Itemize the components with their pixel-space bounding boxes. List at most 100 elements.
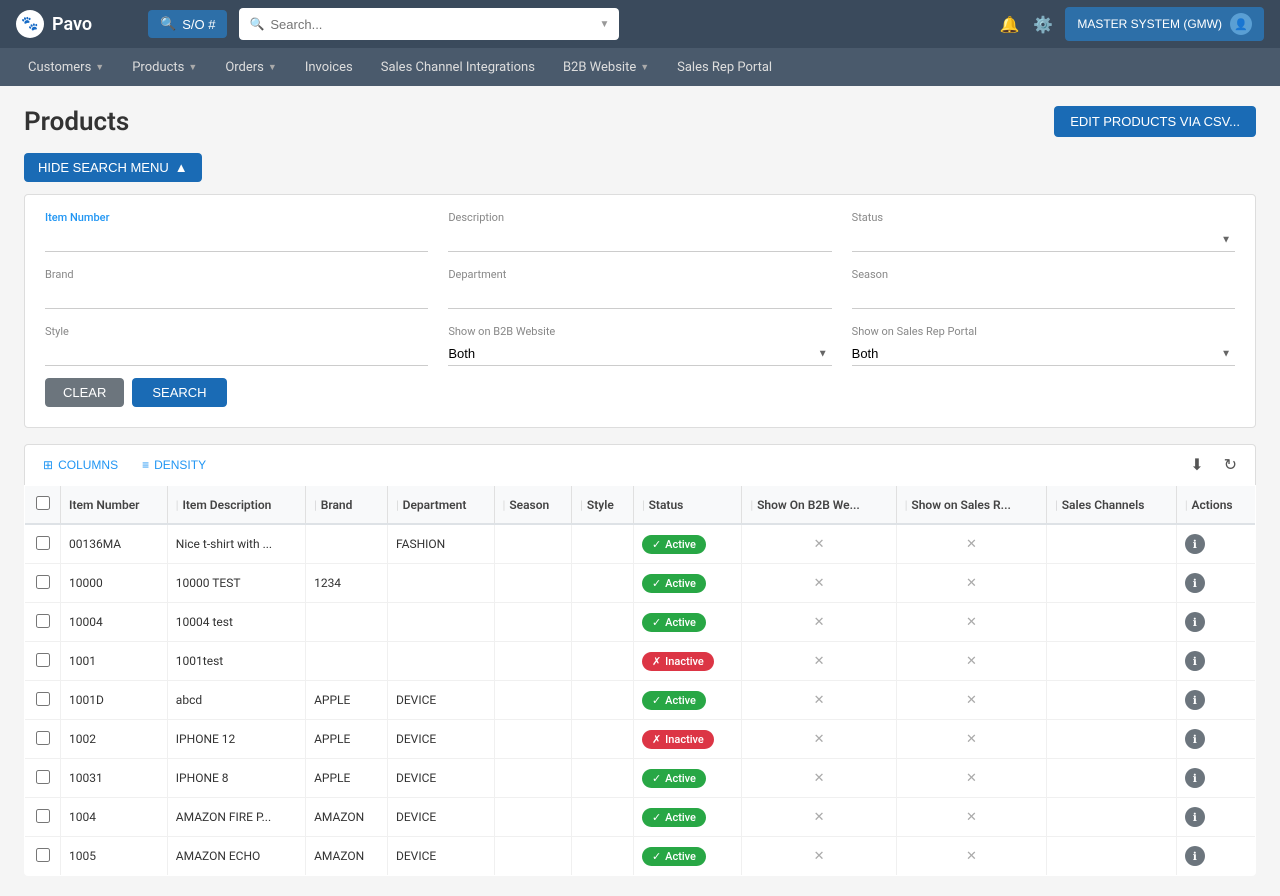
- row-checkbox[interactable]: [36, 653, 50, 667]
- columns-button[interactable]: ⊞ COLUMNS: [37, 454, 124, 476]
- toolbar-right: ⬇ ↻: [1184, 453, 1243, 477]
- row-checkbox-cell[interactable]: [25, 642, 61, 681]
- row-checkbox[interactable]: [36, 575, 50, 589]
- info-button[interactable]: ℹ: [1185, 807, 1205, 827]
- row-actions: ℹ: [1176, 837, 1255, 876]
- info-button[interactable]: ℹ: [1185, 651, 1205, 671]
- select-all-checkbox[interactable]: [36, 496, 50, 510]
- sidebar-item-customers[interactable]: Customers ▼: [16, 52, 116, 83]
- refresh-button[interactable]: ↻: [1218, 453, 1243, 477]
- brand-input[interactable]: [45, 285, 428, 309]
- sidebar-item-invoices[interactable]: Invoices: [293, 52, 365, 83]
- th-sep-10: |: [1185, 498, 1188, 512]
- th-item-number[interactable]: Item Number: [61, 486, 168, 525]
- density-button[interactable]: ≡ DENSITY: [136, 454, 212, 476]
- row-status: ✓ Active: [633, 603, 742, 642]
- style-input[interactable]: [45, 342, 428, 366]
- global-search-bar[interactable]: 🔍 ▼: [239, 8, 619, 40]
- info-button[interactable]: ℹ: [1185, 612, 1205, 632]
- th-season[interactable]: | Season: [494, 486, 572, 525]
- search-button[interactable]: SEARCH: [132, 378, 226, 407]
- user-button[interactable]: MASTER SYSTEM (GMW) 👤: [1065, 7, 1264, 41]
- sidebar-item-orders[interactable]: Orders ▼: [213, 52, 289, 83]
- style-label: Style: [45, 325, 428, 338]
- sidebar-item-products[interactable]: Products ▼: [120, 52, 209, 83]
- th-show-sales[interactable]: | Show on Sales R...: [896, 486, 1046, 525]
- row-checkbox[interactable]: [36, 614, 50, 628]
- row-item-number: 1001: [61, 642, 168, 681]
- status-icon: ✓: [652, 850, 661, 863]
- so-button[interactable]: 🔍 S/O #: [148, 10, 227, 38]
- row-description: 10000 TEST: [167, 564, 305, 603]
- th-status[interactable]: | Status: [633, 486, 742, 525]
- department-input[interactable]: [448, 285, 831, 309]
- settings-icon[interactable]: ⚙️: [1033, 15, 1053, 34]
- app-name: Pavo: [52, 14, 92, 35]
- clear-button[interactable]: CLEAR: [45, 378, 124, 407]
- th-brand[interactable]: | Brand: [306, 486, 388, 525]
- edit-csv-button[interactable]: EDIT PRODUCTS VIA CSV...: [1054, 106, 1256, 137]
- row-checkbox[interactable]: [36, 770, 50, 784]
- info-button[interactable]: ℹ: [1185, 573, 1205, 593]
- th-show-b2b[interactable]: | Show On B2B We...: [742, 486, 896, 525]
- th-sales-channels[interactable]: | Sales Channels: [1047, 486, 1177, 525]
- logo: 🐾 Pavo: [16, 10, 136, 38]
- row-checkbox-cell[interactable]: [25, 798, 61, 837]
- sidebar-item-sales-rep[interactable]: Sales Rep Portal: [665, 52, 784, 83]
- row-checkbox[interactable]: [36, 809, 50, 823]
- th-item-description[interactable]: | Item Description: [167, 486, 305, 525]
- row-actions: ℹ: [1176, 603, 1255, 642]
- info-button[interactable]: ℹ: [1185, 690, 1205, 710]
- th-actions-label: Actions: [1192, 498, 1233, 512]
- info-button[interactable]: ℹ: [1185, 534, 1205, 554]
- row-checkbox[interactable]: [36, 848, 50, 862]
- row-item-number: 00136MA: [61, 524, 168, 564]
- global-search-input[interactable]: [270, 17, 593, 32]
- notification-icon[interactable]: 🔔: [999, 15, 1019, 34]
- item-number-field: Item Number: [45, 211, 428, 252]
- row-season: [494, 524, 572, 564]
- row-checkbox-cell[interactable]: [25, 524, 61, 564]
- description-input[interactable]: [448, 228, 831, 252]
- row-checkbox[interactable]: [36, 731, 50, 745]
- row-status: ✓ Active: [633, 524, 742, 564]
- info-button[interactable]: ℹ: [1185, 768, 1205, 788]
- info-button[interactable]: ℹ: [1185, 729, 1205, 749]
- show-sales-select[interactable]: Both Yes No: [852, 342, 1235, 366]
- sidebar-item-b2b[interactable]: B2B Website ▼: [551, 52, 661, 83]
- row-checkbox[interactable]: [36, 692, 50, 706]
- row-brand: AMAZON: [306, 837, 388, 876]
- th-department[interactable]: | Department: [387, 486, 494, 525]
- status-select[interactable]: Active Inactive: [852, 228, 1235, 252]
- second-navbar: Customers ▼ Products ▼ Orders ▼ Invoices…: [0, 48, 1280, 86]
- row-checkbox-cell[interactable]: [25, 603, 61, 642]
- hide-search-button[interactable]: HIDE SEARCH MENU ▲: [24, 153, 202, 182]
- season-input[interactable]: [852, 285, 1235, 309]
- sidebar-item-sales-channel[interactable]: Sales Channel Integrations: [369, 52, 547, 83]
- search-panel: Item Number Description Status Active In…: [24, 194, 1256, 428]
- info-button[interactable]: ℹ: [1185, 846, 1205, 866]
- download-button[interactable]: ⬇: [1184, 453, 1209, 477]
- show-b2b-select-wrapper: Both Yes No ▼: [448, 342, 831, 366]
- row-season: [494, 759, 572, 798]
- so-button-label: S/O #: [182, 17, 215, 32]
- show-b2b-select[interactable]: Both Yes No: [448, 342, 831, 366]
- search-dropdown-arrow[interactable]: ▼: [600, 19, 610, 30]
- show-sales-value-icon: ✕: [966, 732, 977, 747]
- row-checkbox-cell[interactable]: [25, 837, 61, 876]
- status-icon: ✓: [652, 772, 661, 785]
- row-checkbox-cell[interactable]: [25, 759, 61, 798]
- th-style[interactable]: | Style: [572, 486, 634, 525]
- row-status: ✓ Active: [633, 837, 742, 876]
- row-checkbox-cell[interactable]: [25, 564, 61, 603]
- item-number-input[interactable]: [45, 228, 428, 252]
- row-checkbox-cell[interactable]: [25, 720, 61, 759]
- row-status: ✗ Inactive: [633, 720, 742, 759]
- description-label: Description: [448, 211, 831, 224]
- show-b2b-value-icon: ✕: [814, 693, 825, 708]
- row-department: DEVICE: [387, 837, 494, 876]
- row-checkbox-cell[interactable]: [25, 681, 61, 720]
- row-checkbox[interactable]: [36, 536, 50, 550]
- status-badge: ✓ Active: [642, 613, 706, 632]
- status-badge: ✓ Active: [642, 769, 706, 788]
